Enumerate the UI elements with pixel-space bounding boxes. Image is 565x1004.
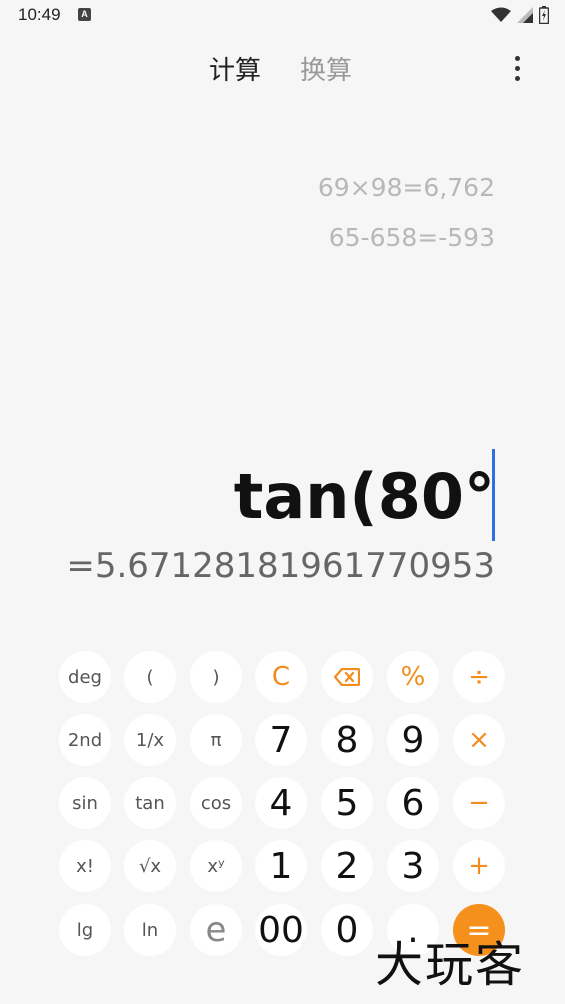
key-close-paren[interactable]: ) xyxy=(190,651,242,703)
expression-display[interactable]: tan(80° xyxy=(234,460,495,533)
result-display: =5.67128181961770953 xyxy=(66,546,495,586)
wifi-icon xyxy=(491,7,511,22)
key-clear[interactable]: C xyxy=(255,651,307,703)
calculation-history: 69×98=6,762 65-658=-593 xyxy=(318,170,495,270)
mode-tabs: 计算 换算 xyxy=(0,50,565,92)
key-7[interactable]: 7 xyxy=(255,714,307,766)
key-sin[interactable]: sin xyxy=(59,777,111,829)
key-open-paren[interactable]: ( xyxy=(124,651,176,703)
watermark-text: 大玩客 xyxy=(375,937,526,993)
key-lg[interactable]: lg xyxy=(59,904,111,956)
backspace-icon xyxy=(334,668,360,686)
tab-calculate[interactable]: 计算 xyxy=(209,50,261,87)
key-multiply[interactable]: × xyxy=(453,714,505,766)
key-2[interactable]: 2 xyxy=(321,840,373,892)
tab-convert[interactable]: 换算 xyxy=(300,50,352,87)
key-deg[interactable]: deg xyxy=(59,651,111,703)
key-3[interactable]: 3 xyxy=(387,840,439,892)
key-divide[interactable]: ÷ xyxy=(453,651,505,703)
key-6[interactable]: 6 xyxy=(387,777,439,829)
key-8[interactable]: 8 xyxy=(321,714,373,766)
key-reciprocal[interactable]: 1/x xyxy=(124,714,176,766)
key-power[interactable]: xʸ xyxy=(190,840,242,892)
key-factorial[interactable]: x! xyxy=(59,840,111,892)
history-entry[interactable]: 65-658=-593 xyxy=(318,220,495,270)
key-0[interactable]: 0 xyxy=(321,904,373,956)
key-e[interactable]: e xyxy=(190,904,242,956)
key-cos[interactable]: cos xyxy=(190,777,242,829)
key-1[interactable]: 1 xyxy=(255,840,307,892)
key-2nd[interactable]: 2nd xyxy=(59,714,111,766)
history-entry[interactable]: 69×98=6,762 xyxy=(318,170,495,220)
battery-icon xyxy=(539,6,549,24)
signal-icon xyxy=(517,7,533,23)
status-icons xyxy=(491,6,549,24)
key-00[interactable]: 00 xyxy=(255,904,307,956)
key-add[interactable]: + xyxy=(453,840,505,892)
status-bar: 10:49 A xyxy=(0,0,565,32)
key-subtract[interactable]: − xyxy=(453,777,505,829)
more-vert-icon[interactable] xyxy=(513,56,521,86)
key-percent[interactable]: % xyxy=(387,651,439,703)
status-time: 10:49 xyxy=(18,5,61,24)
key-pi[interactable]: π xyxy=(190,714,242,766)
key-backspace[interactable] xyxy=(321,651,373,703)
text-cursor xyxy=(492,449,495,541)
notification-app-icon: A xyxy=(78,8,91,21)
key-5[interactable]: 5 xyxy=(321,777,373,829)
key-4[interactable]: 4 xyxy=(255,777,307,829)
key-ln[interactable]: ln xyxy=(124,904,176,956)
key-tan[interactable]: tan xyxy=(124,777,176,829)
key-sqrt[interactable]: √x xyxy=(124,840,176,892)
key-9[interactable]: 9 xyxy=(387,714,439,766)
